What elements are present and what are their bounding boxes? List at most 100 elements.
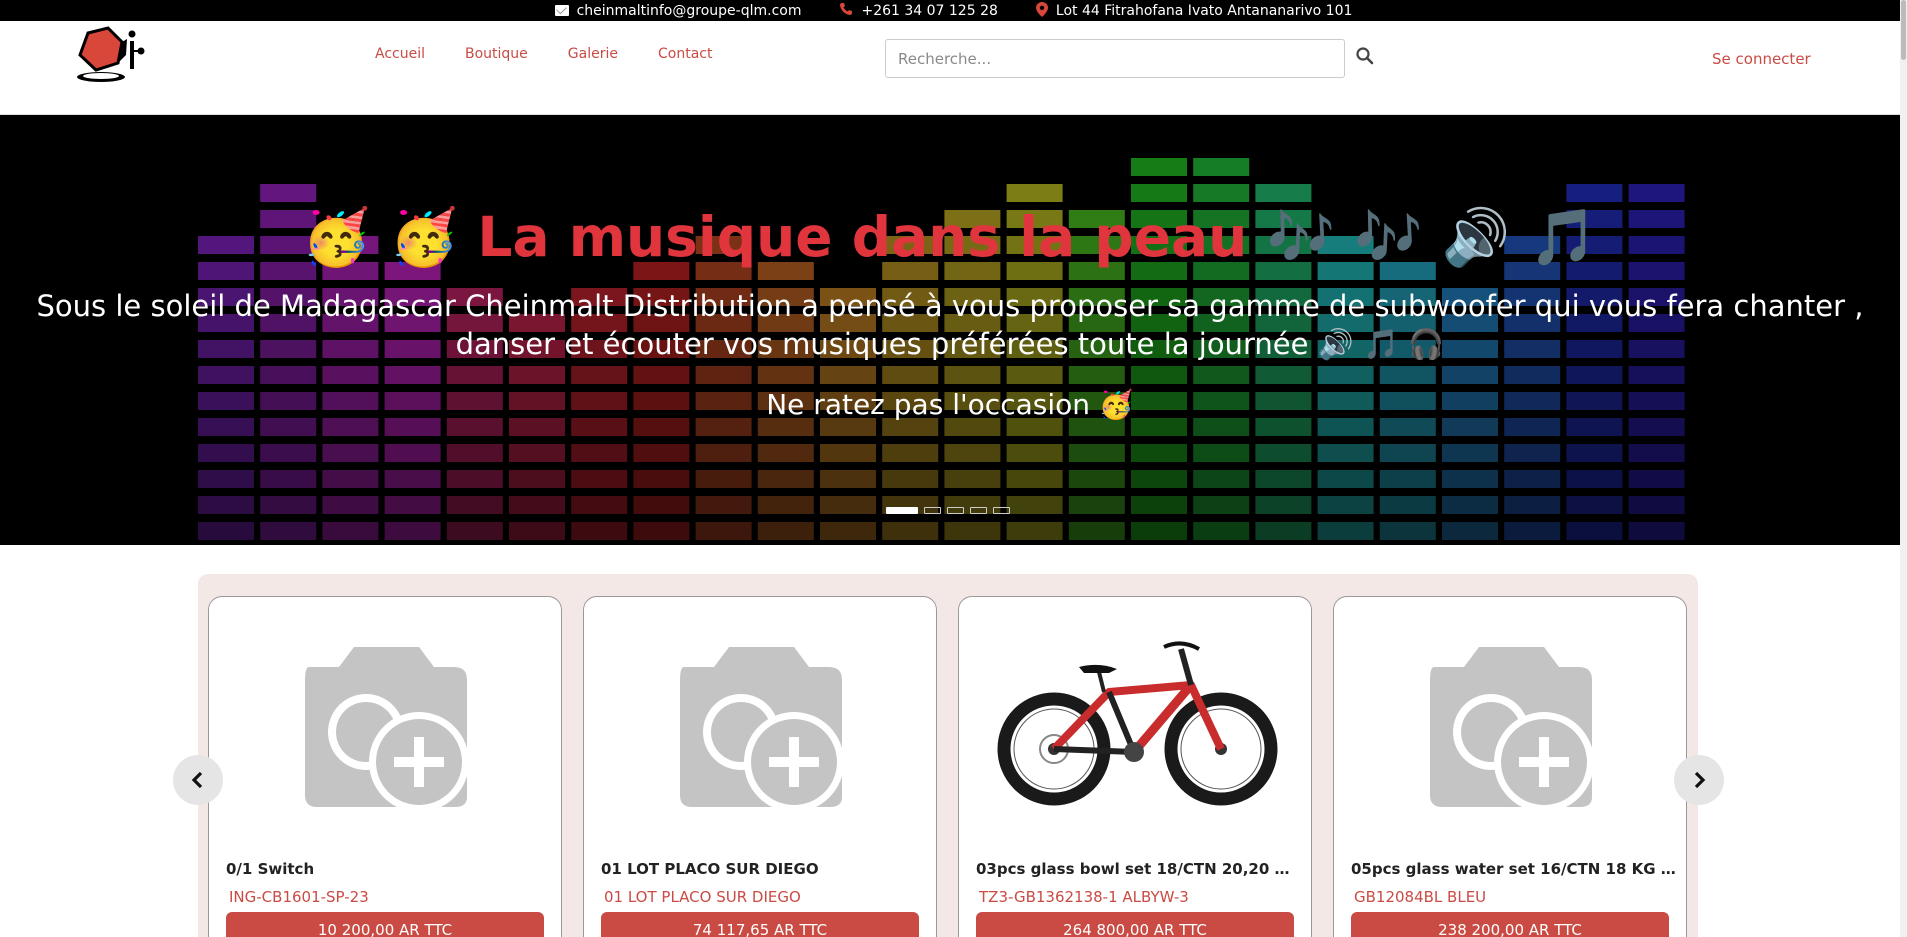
product-card[interactable]: 03pcs glass bowl set 18/CTN 20,20 ALBYW-…	[958, 596, 1312, 937]
carousel-dot-5[interactable]	[993, 507, 1010, 514]
product-ref: TZ3-GB1362138-1 ALBYW-3	[979, 888, 1189, 906]
carousel-dot-4[interactable]	[970, 507, 987, 514]
equalizer-cell	[260, 522, 317, 540]
login-link[interactable]: Se connecter	[1712, 50, 1811, 68]
equalizer-cell	[1379, 522, 1436, 540]
equalizer-cell	[1504, 444, 1561, 462]
product-card[interactable]: 0/1 Switch ING-CB1601-SP-23 10 200,00 AR…	[208, 596, 562, 937]
carousel-next-button[interactable]	[1674, 755, 1724, 805]
hero-title-prefix: 🥳 🥳	[302, 205, 459, 269]
product-price-button[interactable]: 74 117,65 AR TTC	[601, 912, 919, 937]
carousel-prev-button[interactable]	[173, 755, 223, 805]
equalizer-cell	[260, 496, 317, 514]
product-price-button[interactable]: 238 200,00 AR TTC	[1351, 912, 1669, 937]
equalizer-cell	[882, 522, 939, 540]
nav-boutique[interactable]: Boutique	[465, 46, 528, 62]
search-input[interactable]	[885, 39, 1345, 78]
equalizer-cell	[1131, 366, 1187, 384]
scrollbar[interactable]	[1900, 0, 1907, 937]
search-icon[interactable]	[1354, 45, 1376, 67]
equalizer-cell	[1068, 444, 1125, 462]
equalizer-cell	[695, 496, 752, 514]
equalizer-cell	[820, 366, 876, 384]
product-price-button[interactable]: 10 200,00 AR TTC	[226, 912, 544, 937]
equalizer-cell	[260, 444, 317, 462]
equalizer-cell	[198, 522, 254, 540]
equalizer-cell	[757, 366, 814, 384]
product-image-bicycle	[959, 637, 1313, 807]
equalizer-cell	[633, 496, 690, 514]
product-price-button[interactable]: 264 800,00 AR TTC	[976, 912, 1294, 937]
product-card[interactable]: 05pcs glass water set 16/CTN 18 KG BLEU …	[1333, 596, 1687, 937]
equalizer-cell	[571, 496, 628, 514]
equalizer-cell	[1566, 444, 1623, 462]
equalizer-cell	[322, 366, 379, 384]
equalizer-cell	[820, 444, 876, 462]
site-logo[interactable]	[74, 25, 154, 87]
hero-title-suffix: 🎶 🎶 🔊 🎵	[1266, 205, 1598, 269]
equalizer-cell	[1628, 366, 1685, 384]
product-name[interactable]: 05pcs glass water set 16/CTN 18 KG BLEU	[1351, 860, 1676, 878]
hero-title: 🥳 🥳 La musique dans la peau 🎶 🎶 🔊 🎵	[0, 205, 1900, 270]
equalizer-cell	[820, 522, 876, 540]
nav-galerie[interactable]: Galerie	[568, 46, 618, 62]
equalizer-cell	[446, 470, 503, 488]
equalizer-cell	[1317, 366, 1374, 384]
equalizer-cell	[820, 470, 876, 488]
equalizer-cell	[571, 366, 628, 384]
equalizer-cell	[1193, 366, 1250, 384]
equalizer-cell	[695, 444, 752, 462]
product-name[interactable]: 03pcs glass bowl set 18/CTN 20,20 ALBYW-…	[976, 860, 1301, 878]
equalizer-cell	[944, 522, 1001, 540]
equalizer-cell	[882, 366, 939, 384]
equalizer-cell	[1255, 444, 1312, 462]
carousel-dot-3[interactable]	[947, 507, 964, 514]
scrollbar-thumb[interactable]	[1901, 0, 1906, 60]
product-name[interactable]: 0/1 Switch	[226, 860, 551, 878]
equalizer-cell	[1317, 496, 1374, 514]
equalizer-cell	[695, 470, 752, 488]
equalizer-cell	[1255, 184, 1312, 202]
nav-accueil[interactable]: Accueil	[375, 46, 425, 62]
product-name[interactable]: 01 LOT PLACO SUR DIEGO	[601, 860, 926, 878]
product-card[interactable]: 01 LOT PLACO SUR DIEGO 01 LOT PLACO SUR …	[583, 596, 937, 937]
equalizer-cell	[1006, 522, 1063, 540]
equalizer-cell	[1006, 470, 1063, 488]
equalizer-cell	[1068, 470, 1125, 488]
equalizer-cell	[633, 522, 690, 540]
hero-cta: Ne ratez pas l'occasion 🥳	[766, 388, 1134, 421]
carousel-dot-1[interactable]	[886, 507, 918, 514]
chevron-right-icon	[1694, 771, 1706, 789]
hero-carousel: 🥳 🥳 La musique dans la peau 🎶 🎶 🔊 🎵 Sous…	[0, 115, 1900, 545]
phone-icon	[839, 2, 853, 19]
equalizer-cell	[1317, 522, 1374, 540]
equalizer-cell	[944, 470, 1001, 488]
equalizer-cell	[260, 184, 317, 202]
nav-contact[interactable]: Contact	[658, 46, 712, 62]
contact-phone[interactable]: +261 34 07 125 28	[839, 2, 998, 19]
contact-email[interactable]: cheinmaltinfo@groupe-qlm.com	[554, 3, 801, 19]
equalizer-cell	[633, 444, 690, 462]
equalizer-cell	[1442, 470, 1498, 488]
chevron-left-icon	[191, 771, 203, 789]
map-marker-icon	[1035, 1, 1048, 20]
equalizer-cell	[1628, 470, 1685, 488]
equalizer-cell	[1504, 522, 1561, 540]
equalizer-cell	[757, 470, 814, 488]
equalizer-cell	[1442, 522, 1498, 540]
equalizer-cell	[1504, 366, 1561, 384]
mail-icon	[554, 5, 569, 16]
equalizer-cell	[633, 470, 690, 488]
equalizer-cell	[1006, 496, 1063, 514]
equalizer-cell	[1628, 496, 1685, 514]
equalizer-cell	[509, 522, 565, 540]
equalizer-cell	[1193, 496, 1250, 514]
equalizer-cell	[260, 470, 317, 488]
equalizer-cell	[384, 444, 441, 462]
product-ref: ING-CB1601-SP-23	[229, 888, 369, 906]
equalizer-cell	[571, 470, 628, 488]
contact-address[interactable]: Lot 44 Fitrahofana Ivato Antananarivo 10…	[1035, 1, 1352, 20]
equalizer-cell	[944, 366, 1001, 384]
equalizer-cell	[1006, 444, 1063, 462]
carousel-dot-2[interactable]	[924, 507, 941, 514]
